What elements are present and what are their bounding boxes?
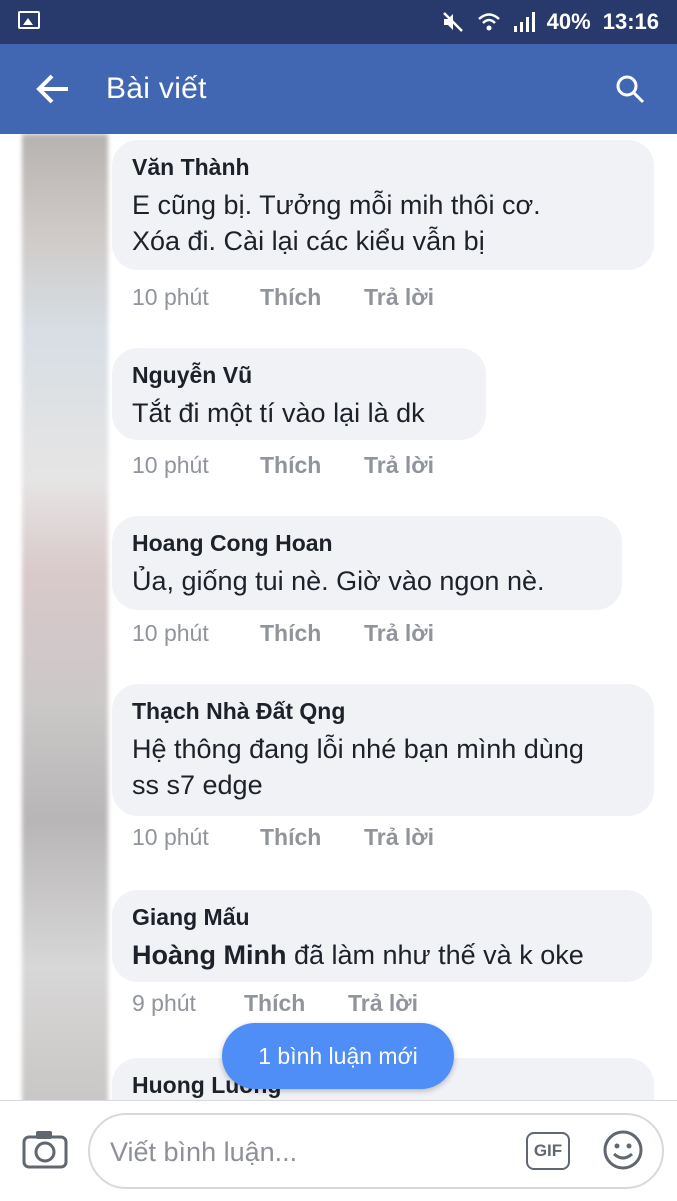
comment-time: 9 phút	[132, 990, 196, 1016]
mute-icon	[442, 12, 463, 32]
comment-author[interactable]: Hoang Cong Hoan	[132, 530, 600, 557]
comment-time: 10 phút	[132, 452, 209, 478]
comment-feed[interactable]: Văn Thành E cũng bị. Tưởng mỗi mih thôi …	[0, 134, 677, 1100]
comment-bubble[interactable]: Thạch Nhà Đất Qng Hệ thông đang lỗi nhé …	[112, 684, 654, 816]
comment-bubble[interactable]: Văn Thành E cũng bị. Tưởng mỗi mih thôi …	[112, 140, 654, 270]
comment: Văn Thành E cũng bị. Tưởng mỗi mih thôi …	[112, 140, 654, 310]
comment-author[interactable]: Thạch Nhà Đất Qng	[132, 698, 632, 725]
app-bar: Bài viết	[0, 44, 677, 134]
comment-composer: Viết bình luận... GIF	[0, 1100, 677, 1201]
comment: Thạch Nhà Đất Qng Hệ thông đang lỗi nhé …	[112, 684, 654, 850]
like-link[interactable]: Thích	[260, 824, 364, 851]
comment: Hoang Cong Hoan Ủa, giống tui nè. Giờ và…	[112, 516, 622, 646]
page-title: Bài viết	[106, 72, 207, 105]
reply-link[interactable]: Trả lời	[364, 284, 434, 311]
comment-bubble[interactable]: Nguyễn Vũ Tắt đi một tí vào lại là dk	[112, 348, 486, 440]
like-link[interactable]: Thích	[260, 452, 364, 479]
clock: 13:16	[602, 9, 659, 34]
smiley-icon[interactable]	[602, 1129, 644, 1171]
back-arrow-icon[interactable]	[34, 72, 72, 106]
search-icon[interactable]	[615, 74, 645, 104]
comment-input[interactable]: Viết bình luận... GIF	[88, 1113, 664, 1189]
reply-link[interactable]: Trả lời	[364, 824, 434, 851]
comment-text: E cũng bị. Tưởng mỗi mih thôi cơ.	[132, 190, 541, 220]
comment: Giang Mấu Hoàng Minh đã làm như thế và k…	[112, 890, 652, 1016]
reply-link[interactable]: Trả lời	[348, 990, 418, 1017]
status-bar: 40% 13:16	[0, 0, 677, 44]
comment-text: Xóa đi. Cài lại các kiểu vẫn bị	[132, 226, 485, 256]
comment-text: Hoàng Minh đã làm như thế và k oke	[132, 937, 630, 973]
comment-meta: 10 phút Thích Trả lời	[132, 824, 434, 851]
avatar-column	[22, 134, 108, 1100]
signal-icon	[513, 12, 535, 32]
comment-text-rest: đã làm như thế và k oke	[286, 940, 584, 970]
reply-link[interactable]: Trả lời	[364, 452, 434, 479]
battery-text: 40%	[546, 9, 591, 34]
gif-icon[interactable]: GIF	[526, 1132, 570, 1170]
comment-meta: 10 phút Thích Trả lời	[132, 284, 434, 311]
comment-placeholder: Viết bình luận...	[110, 1137, 298, 1167]
mention[interactable]: Hoàng Minh	[132, 940, 286, 970]
photo-icon	[18, 11, 40, 29]
status-right: 40% 13:16	[441, 8, 659, 36]
comment: Nguyễn Vũ Tắt đi một tí vào lại là dk 10…	[112, 348, 486, 478]
comment-text: Tắt đi một tí vào lại là dk	[132, 398, 425, 428]
comment-time: 10 phút	[132, 824, 209, 850]
reply-link[interactable]: Trả lời	[364, 620, 434, 647]
like-link[interactable]: Thích	[260, 620, 364, 647]
comment-bubble[interactable]: Hoang Cong Hoan Ủa, giống tui nè. Giờ và…	[112, 516, 622, 610]
like-link[interactable]: Thích	[244, 990, 348, 1017]
comment-time: 10 phút	[132, 284, 209, 310]
comment-meta: 9 phút Thích Trả lời	[132, 990, 418, 1017]
comment-bubble[interactable]: Giang Mấu Hoàng Minh đã làm như thế và k…	[112, 890, 652, 982]
comment-meta: 10 phút Thích Trả lời	[132, 620, 434, 647]
comment-author[interactable]: Nguyễn Vũ	[132, 362, 464, 389]
comment-text: Hệ thông đang lỗi nhé bạn mình dùng	[132, 734, 584, 764]
like-link[interactable]: Thích	[260, 284, 364, 311]
comment-time: 10 phút	[132, 620, 209, 646]
new-comments-button[interactable]: 1 bình luận mới	[222, 1023, 454, 1089]
comment-text: Ủa, giống tui nè. Giờ vào ngon nè.	[132, 566, 545, 596]
comment-author[interactable]: Văn Thành	[132, 154, 632, 181]
wifi-icon	[477, 13, 500, 31]
comment-author[interactable]: Giang Mấu	[132, 904, 630, 931]
camera-icon[interactable]	[22, 1129, 68, 1169]
comment-meta: 10 phút Thích Trả lời	[132, 452, 434, 479]
comment-text: ss s7 edge	[132, 770, 263, 800]
